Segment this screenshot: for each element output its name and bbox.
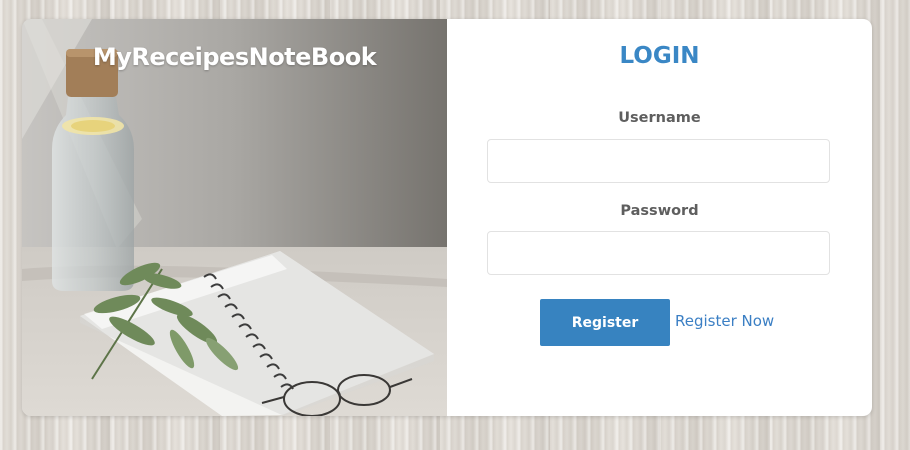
brand-title: MyReceipesNoteBook (92, 43, 377, 71)
password-input[interactable] (487, 231, 830, 275)
login-form: LOGIN Username Password Register Registe… (447, 19, 872, 416)
hero-photo: MyReceipesNoteBook (22, 19, 447, 416)
login-title: LOGIN (619, 43, 700, 69)
login-card: MyReceipesNoteBook LOGIN Username Passwo… (22, 19, 872, 416)
register-button[interactable]: Register (540, 299, 670, 346)
photo-illustration (22, 19, 447, 416)
register-now-link[interactable]: Register Now (675, 312, 774, 330)
username-label: Username (618, 110, 701, 126)
password-label: Password (620, 203, 699, 219)
username-input[interactable] (487, 139, 830, 183)
